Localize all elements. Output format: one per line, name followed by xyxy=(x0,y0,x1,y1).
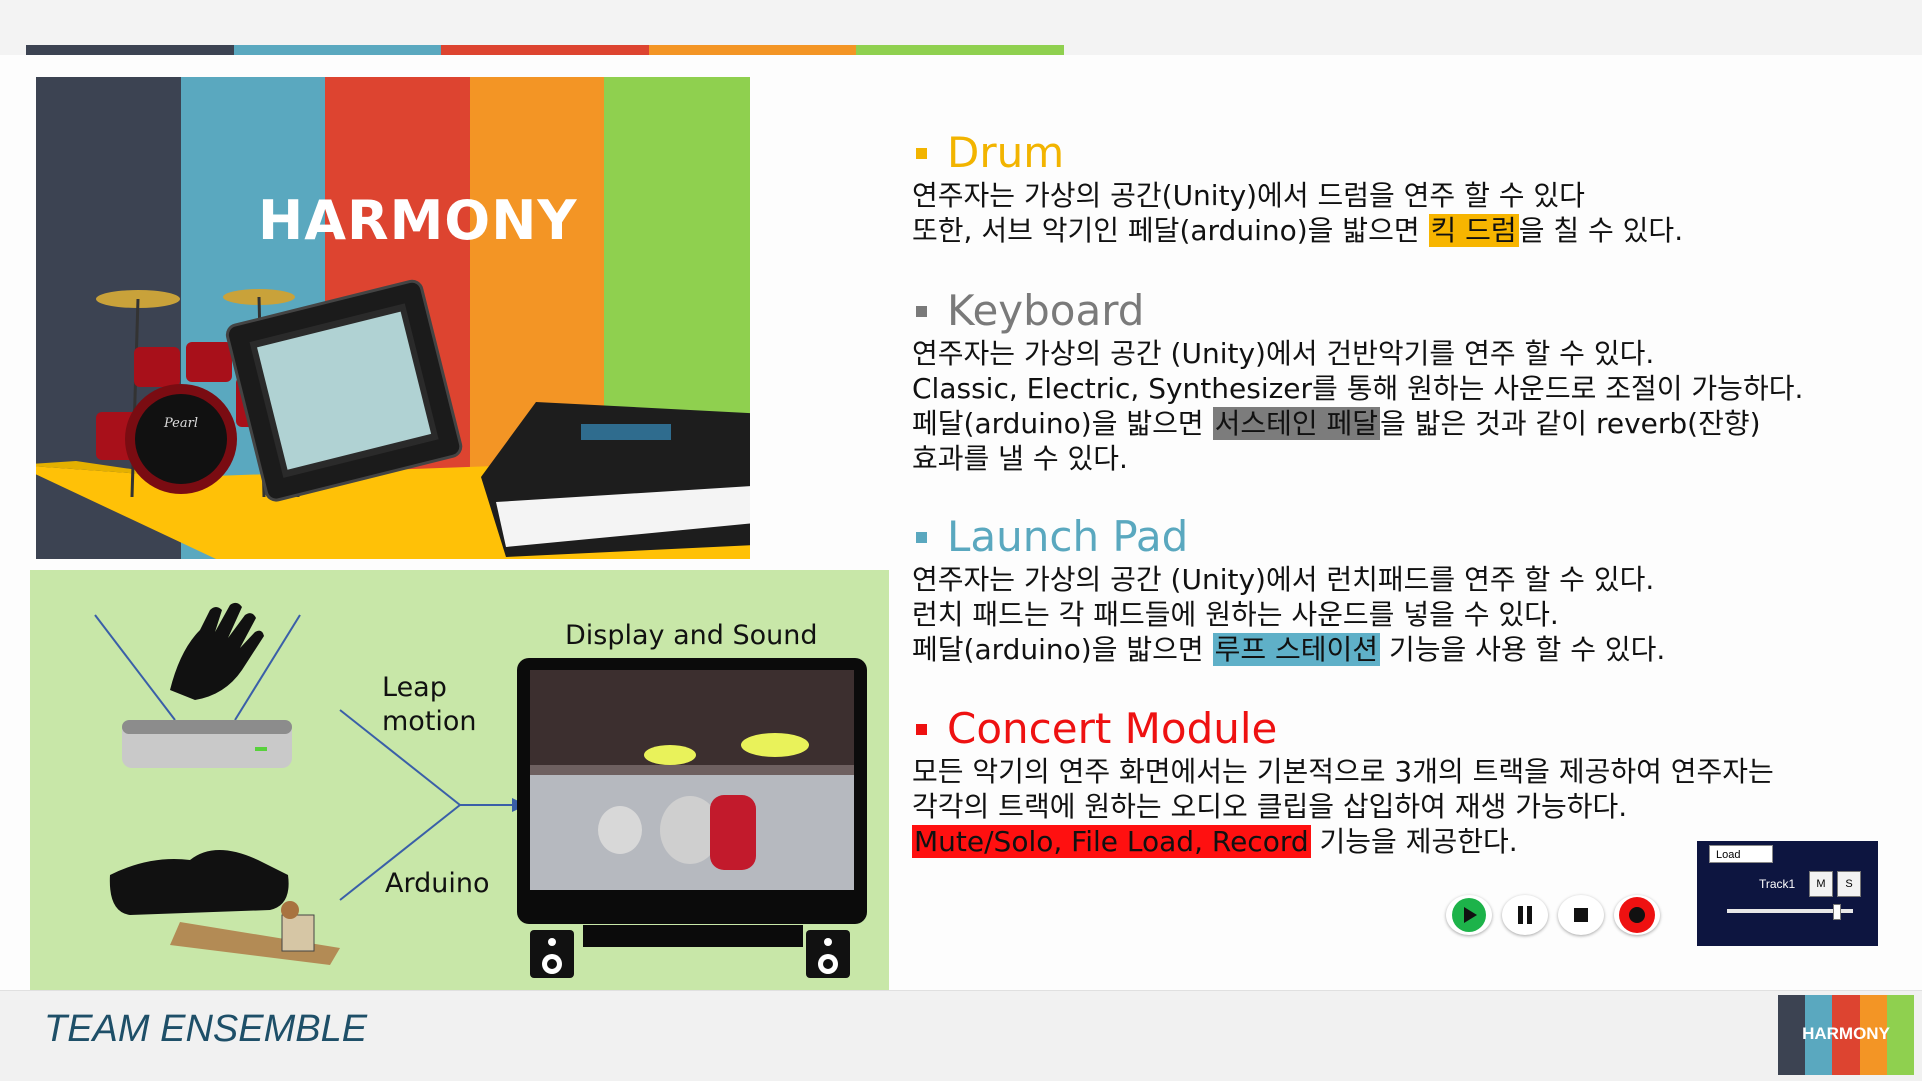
solo-button[interactable]: S xyxy=(1837,871,1861,897)
leap-label-2: motion xyxy=(382,706,477,737)
band-segment-orange xyxy=(648,45,857,55)
load-button[interactable]: Load xyxy=(1709,845,1773,863)
launchpad-section: Launch Pad 연주자는 가상의 공간 (Unity)에서 런치패드를 연… xyxy=(912,512,1902,667)
keyboard-title: Keyboard xyxy=(912,286,1902,336)
play-button[interactable] xyxy=(1446,895,1492,935)
keyboard-section: Keyboard 연주자는 가상의 공간 (Unity)에서 건반악기를 연주 … xyxy=(912,286,1902,476)
record-button[interactable] xyxy=(1614,895,1660,935)
footer-logo-text: HARMONY xyxy=(1802,1024,1890,1043)
display-monitor-icon xyxy=(517,658,867,947)
keyboard-line-1: 연주자는 가상의 공간 (Unity)에서 건반악기를 연주 할 수 있다. xyxy=(912,337,1655,370)
concert-line-2: 각각의 트랙에 원하는 오디오 클립을 삽입하여 재생 가능하다. xyxy=(912,790,1628,823)
band-segment-teal xyxy=(233,45,442,55)
launchpad-title-text: Launch Pad xyxy=(947,512,1189,561)
band-segment-dark xyxy=(26,45,234,55)
drum-line-2-pre: 또한, 서브 악기인 페달(arduino)을 밟으면 xyxy=(912,214,1429,247)
top-color-band xyxy=(26,45,1064,55)
shoe-pedal-icon xyxy=(109,850,340,965)
band-segment-red xyxy=(441,45,649,55)
play-icon xyxy=(1452,898,1486,932)
launchpad-bullet-icon xyxy=(916,531,927,543)
track-label: Track1 xyxy=(1759,877,1796,891)
display-label: Display and Sound xyxy=(565,620,818,651)
svg-text:Pearl: Pearl xyxy=(163,416,198,431)
drum-highlight: 킥 드럼 xyxy=(1428,214,1519,247)
system-diagram: Leap motion Arduino Display and Sound xyxy=(30,570,889,990)
concert-bullet-icon xyxy=(916,723,927,735)
mute-button[interactable]: M xyxy=(1809,871,1833,897)
drum-bullet-icon xyxy=(916,147,927,159)
hero-illustration: Pearl xyxy=(36,279,750,559)
keyboard-line-3-pre: 페달(arduino)을 밟으면 xyxy=(912,407,1213,440)
drum-line-1: 연주자는 가상의 공간(Unity)에서 드럼을 연주 할 수 있다 xyxy=(912,179,1585,212)
stop-button[interactable] xyxy=(1558,895,1604,935)
keyboard-title-text: Keyboard xyxy=(947,286,1145,335)
concert-title-text: Concert Module xyxy=(947,704,1278,753)
leap-motion-device-icon xyxy=(122,720,292,768)
speaker-right-icon xyxy=(806,930,850,978)
keyboard-line-4: 효과를 낼 수 있다. xyxy=(912,442,1128,475)
keyboard-line-2: Classic, Electric, Synthesizer를 통해 원하는 사… xyxy=(912,372,1804,405)
launchpad-line-3-pre: 페달(arduino)을 밟으면 xyxy=(912,633,1213,666)
speaker-left-icon xyxy=(530,930,574,978)
drum-title: Drum xyxy=(912,128,1902,178)
drum-line-2-post: 을 칠 수 있다. xyxy=(1518,214,1684,247)
concert-section: Concert Module 모든 악기의 연주 화면에서는 기본적으로 3개의… xyxy=(912,704,1902,859)
launchpad-line-2: 런치 패드는 각 패드들에 원하는 사운드를 넣을 수 있다. xyxy=(912,598,1559,631)
concert-line-3-post: 기능을 제공한다. xyxy=(1310,825,1518,858)
leap-label-1: Leap xyxy=(382,672,447,703)
pause-icon xyxy=(1518,906,1532,924)
keyboard-bullet-icon xyxy=(916,305,927,317)
launchpad-line-3: 페달(arduino)을 밟으면 루프 스테이션 기능을 사용 할 수 있다. xyxy=(912,632,1902,667)
volume-slider-handle[interactable] xyxy=(1833,904,1841,920)
arduino-label: Arduino xyxy=(385,868,490,899)
launchpad-line-3-post: 기능을 사용 할 수 있다. xyxy=(1380,633,1666,666)
team-name: TEAM ENSEMBLE xyxy=(44,1008,368,1050)
keyboard-line-3: 페달(arduino)을 밟으면 서스테인 페달을 밟은 것과 같이 rever… xyxy=(912,406,1902,441)
launchpad-title: Launch Pad xyxy=(912,512,1902,562)
concert-line-1: 모든 악기의 연주 화면에서는 기본적으로 3개의 트랙을 제공하여 연주자는 xyxy=(912,755,1774,788)
pause-button[interactable] xyxy=(1502,895,1548,935)
hero-title: HARMONY xyxy=(258,189,578,252)
hand-icon xyxy=(170,602,264,700)
keyboard-line-3-post: 을 밟은 것과 같이 reverb(잔향) xyxy=(1380,407,1761,440)
keyboard-highlight: 서스테인 페달 xyxy=(1212,407,1381,440)
drum-section: Drum 연주자는 가상의 공간(Unity)에서 드럼을 연주 할 수 있다 … xyxy=(912,128,1902,248)
launchpad-highlight: 루프 스테이션 xyxy=(1212,633,1381,666)
drum-title-text: Drum xyxy=(947,128,1065,177)
record-icon xyxy=(1619,897,1655,933)
keyboard-icon xyxy=(481,402,750,557)
band-segment-green xyxy=(856,45,1064,55)
launchpad-line-1: 연주자는 가상의 공간 (Unity)에서 런치패드를 연주 할 수 있다. xyxy=(912,563,1655,596)
concert-title: Concert Module xyxy=(912,704,1902,754)
stop-icon xyxy=(1574,908,1588,922)
concert-highlight: Mute/Solo, File Load, Record xyxy=(912,825,1311,858)
hero-image: Pearl HARMONY xyxy=(36,77,750,559)
drum-line-2: 또한, 서브 악기인 페달(arduino)을 밟으면 킥 드럼을 칠 수 있다… xyxy=(912,213,1902,248)
track-panel: Load Track1 M S xyxy=(1697,841,1878,946)
